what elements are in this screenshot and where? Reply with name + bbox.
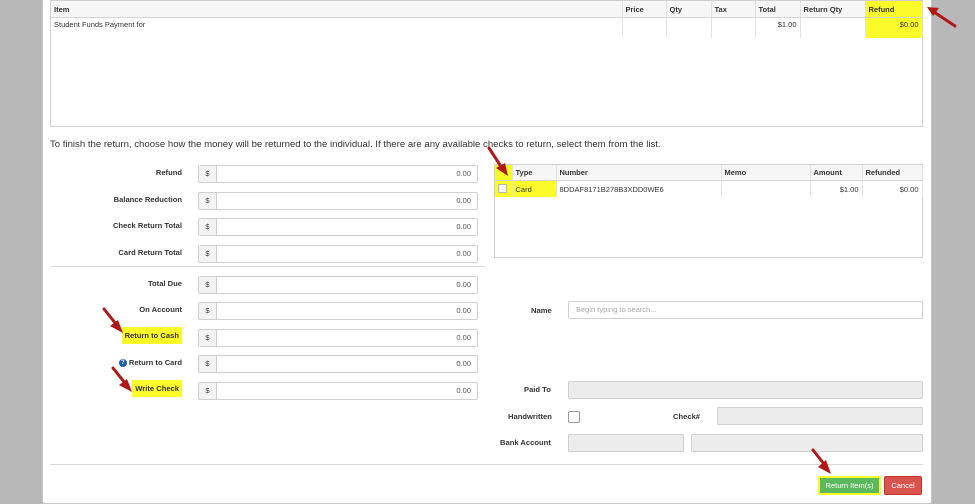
- check-return-total-row: Check Return Total $ 0.00: [50, 218, 480, 238]
- check-type: Card: [512, 180, 557, 197]
- name-label: Name: [531, 306, 552, 315]
- total-due-value: 0.00: [456, 280, 471, 289]
- card-return-total-row: Card Return Total $ 0.00: [50, 245, 480, 265]
- arrow-annotation-icon: [102, 307, 123, 333]
- balance-reduction-field: $ 0.00: [198, 192, 478, 210]
- bank-routing-input[interactable]: [568, 434, 684, 452]
- item-price: [622, 17, 667, 38]
- section-divider: [50, 266, 486, 267]
- return-to-cash-value[interactable]: 0.00: [456, 330, 471, 346]
- card-return-total-value: 0.00: [456, 249, 471, 258]
- check-return-total-label: Check Return Total: [112, 221, 182, 230]
- table-row[interactable]: Student Funds Payment for $1.00 $0.00: [51, 17, 923, 38]
- row-select-checkbox[interactable]: [498, 183, 507, 193]
- currency-addon: $: [199, 330, 217, 346]
- item-total: $1.00: [755, 17, 801, 38]
- check-return-total-value: 0.00: [456, 222, 471, 231]
- total-due-field: $ 0.00: [198, 276, 478, 294]
- currency-addon: $: [199, 166, 217, 182]
- refund-label: Refund: [155, 168, 182, 177]
- checks-table: Type Number Memo Amount Refunded Card 8D…: [495, 165, 923, 197]
- item-refund: $0.00: [865, 17, 923, 38]
- on-account-label: On Account: [139, 305, 182, 314]
- col-item: Item: [51, 1, 623, 18]
- col-type: Type: [512, 165, 557, 181]
- name-search-input[interactable]: Begin typing to search...: [568, 301, 923, 319]
- col-tax: Tax: [711, 1, 756, 18]
- check-number-label: Check#: [673, 412, 701, 421]
- currency-addon: $: [199, 303, 217, 319]
- paid-to-input[interactable]: [568, 381, 923, 399]
- item-return-qty[interactable]: [800, 17, 866, 38]
- balance-reduction-value: 0.00: [456, 196, 471, 205]
- checks-table-container: Type Number Memo Amount Refunded Card 8D…: [494, 164, 923, 258]
- col-amount: Amount: [810, 165, 863, 181]
- check-return-total-field: $ 0.00: [198, 218, 478, 236]
- table-row[interactable]: Card 8DDAF8171B278B3XDD0WE6 $1.00 $0.00: [495, 180, 923, 197]
- write-check-field[interactable]: $ 0.00: [198, 382, 478, 400]
- col-price: Price: [622, 1, 667, 18]
- check-refunded: $0.00: [862, 180, 923, 197]
- item-tax: [711, 17, 756, 38]
- balance-reduction-label: Balance Reduction: [113, 195, 182, 204]
- handwritten-label: Handwritten: [508, 412, 552, 421]
- col-memo: Memo: [721, 165, 811, 181]
- footer-divider: [50, 464, 923, 465]
- total-due-row: Total Due $ 0.00: [50, 276, 480, 296]
- balance-reduction-row: Balance Reduction $ 0.00: [50, 192, 480, 212]
- item-qty: [666, 17, 712, 38]
- col-refund: Refund: [865, 1, 923, 18]
- on-account-field[interactable]: $ 0.00: [198, 302, 478, 320]
- items-table: Item Price Qty Tax Total Return Qty Refu…: [51, 1, 923, 38]
- check-memo: [721, 180, 811, 197]
- bank-account-label: Bank Account: [500, 438, 551, 447]
- currency-addon: $: [199, 383, 217, 399]
- bank-account-input[interactable]: [691, 434, 923, 452]
- currency-addon: $: [199, 356, 217, 372]
- items-header-row: Item Price Qty Tax Total Return Qty Refu…: [51, 1, 923, 18]
- on-account-value[interactable]: 0.00: [456, 303, 471, 319]
- check-amount: $1.00: [810, 180, 863, 197]
- return-to-card-value[interactable]: 0.00: [456, 356, 471, 372]
- refund-row: Refund $ 0.00: [50, 165, 480, 185]
- return-to-card-field[interactable]: $ 0.00: [198, 355, 478, 373]
- col-qty: Qty: [666, 1, 712, 18]
- items-table-container: Item Price Qty Tax Total Return Qty Refu…: [50, 0, 923, 127]
- check-number: 8DDAF8171B278B3XDD0WE6: [556, 180, 722, 197]
- checks-header-row: Type Number Memo Amount Refunded: [495, 165, 923, 181]
- return-to-cash-label: Return to Cash: [121, 327, 182, 344]
- refund-field: $ 0.00: [198, 165, 478, 183]
- currency-addon: $: [199, 219, 217, 235]
- check-number-input[interactable]: [717, 407, 923, 425]
- arrow-annotation-icon: [111, 366, 132, 392]
- item-name: Student Funds Payment for: [51, 17, 623, 38]
- card-return-total-label: Card Return Total: [118, 248, 182, 257]
- card-return-total-field: $ 0.00: [198, 245, 478, 263]
- arrow-annotation-icon: [811, 448, 831, 474]
- return-to-card-label: Return to Card: [128, 358, 182, 367]
- total-due-label: Total Due: [147, 279, 182, 288]
- col-total: Total: [755, 1, 801, 18]
- write-check-label: Write Check: [132, 380, 182, 397]
- handwritten-checkbox[interactable]: [568, 411, 580, 423]
- col-number: Number: [556, 165, 722, 181]
- return-items-button[interactable]: Return Item(s): [818, 476, 881, 495]
- row-select-cell[interactable]: [495, 180, 513, 197]
- currency-addon: $: [199, 193, 217, 209]
- write-check-value[interactable]: 0.00: [456, 383, 471, 399]
- cancel-button[interactable]: Cancel: [884, 476, 922, 495]
- col-refunded: Refunded: [862, 165, 923, 181]
- refund-value: 0.00: [456, 169, 471, 178]
- return-to-cash-field[interactable]: $ 0.00: [198, 329, 478, 347]
- currency-addon: $: [199, 246, 217, 262]
- arrow-annotation-icon: [487, 146, 508, 176]
- col-return-qty: Return Qty: [800, 1, 866, 18]
- arrow-annotation-icon: [927, 7, 957, 28]
- paid-to-label: Paid To: [524, 385, 551, 394]
- currency-addon: $: [199, 277, 217, 293]
